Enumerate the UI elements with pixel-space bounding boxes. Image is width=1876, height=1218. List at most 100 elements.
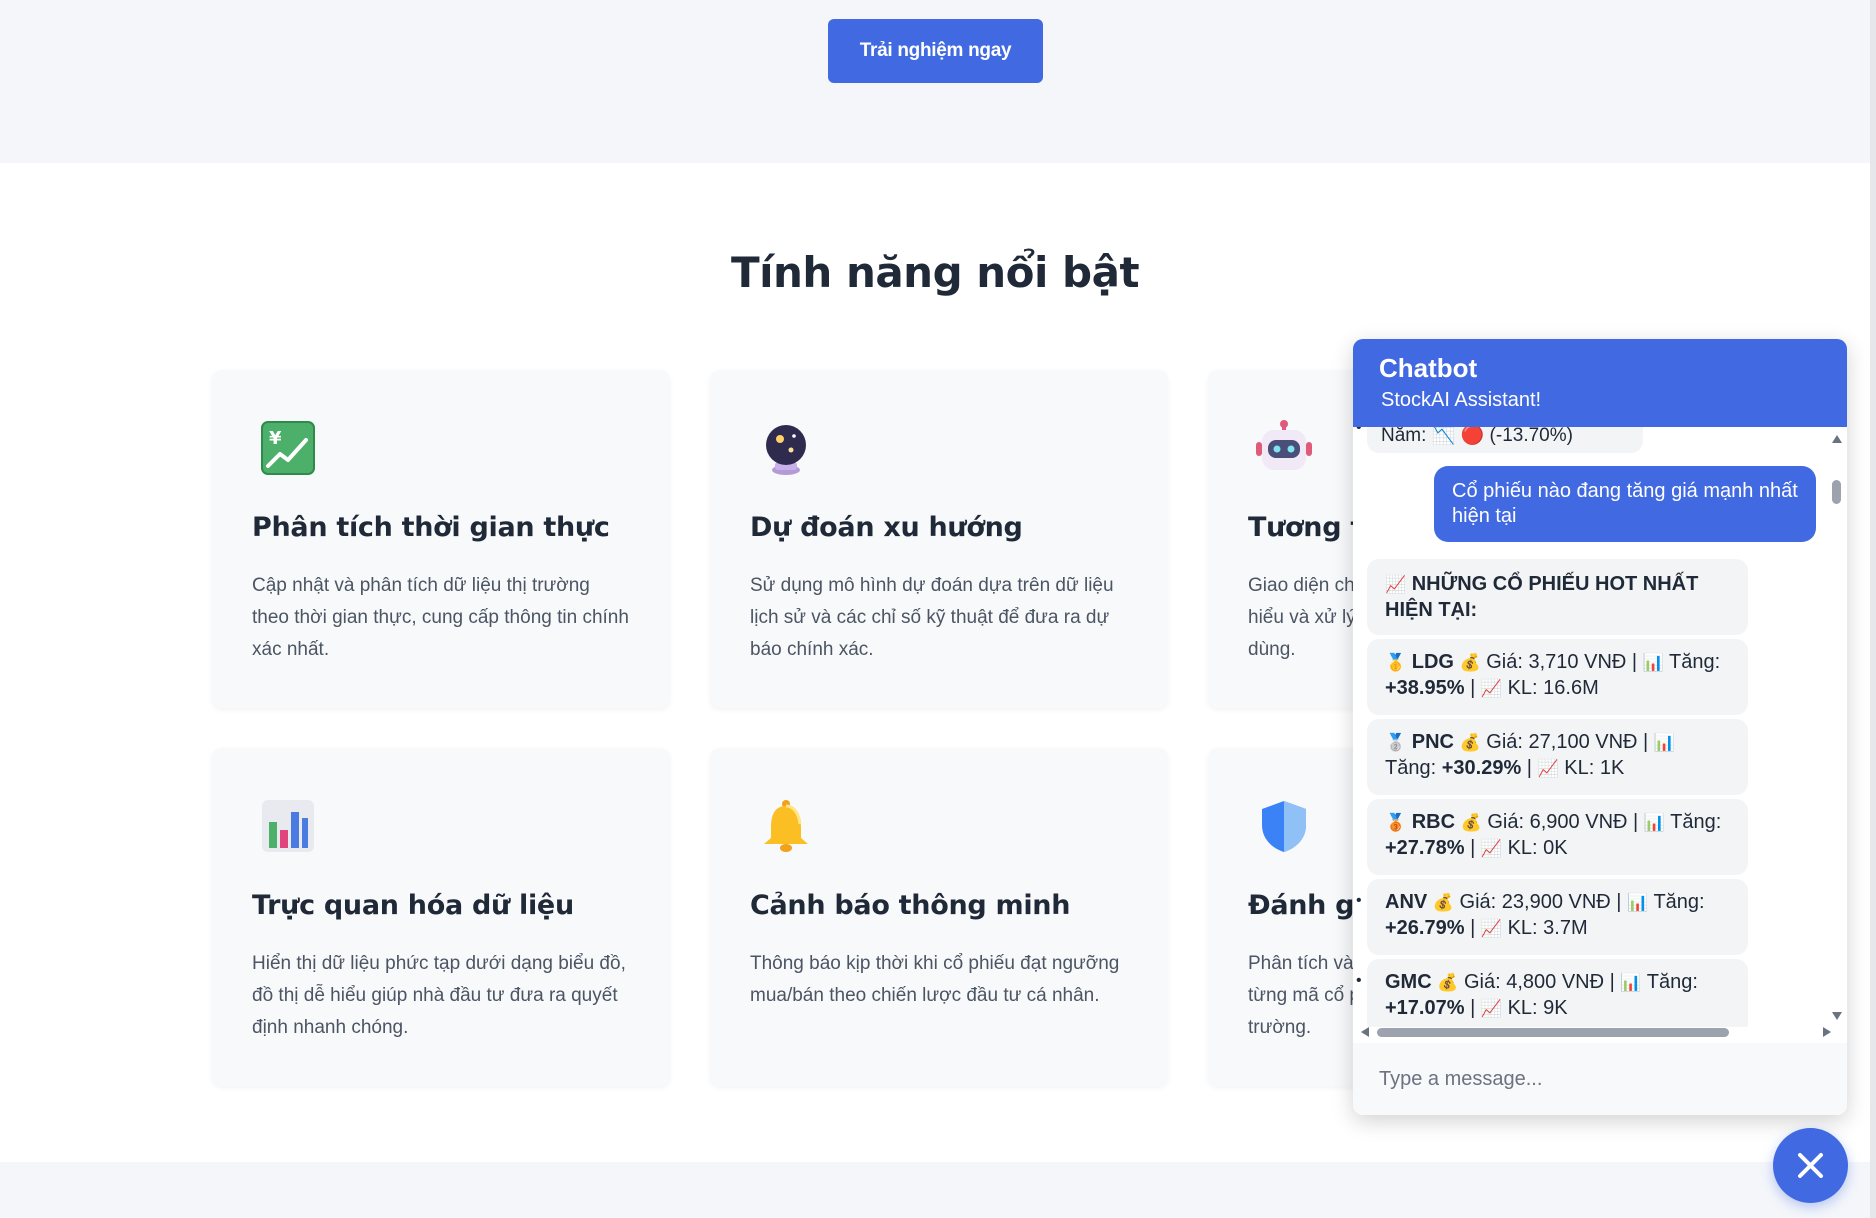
chart-increasing-icon: 📈 — [1480, 839, 1502, 859]
crystal-ball-icon — [766, 425, 806, 475]
chat-horizontal-scrollbar[interactable] — [1361, 1025, 1831, 1039]
page-scrollbar[interactable] — [1870, 0, 1876, 1218]
stock-rise: +27.78% — [1385, 837, 1465, 859]
stock-code: RBC — [1411, 811, 1456, 833]
feature-card-desc: Phân tích và từng mã cổ p trường. — [1248, 953, 1360, 1038]
stock-rise: +30.29% — [1441, 757, 1522, 779]
feature-card-desc: Hiển thị dữ liệu phức tạp dưới dạng biểu… — [252, 953, 626, 1038]
money-bag-icon: 💰 — [1432, 893, 1454, 913]
bar-chart-icon: 📊 — [1643, 813, 1665, 833]
stock-volume: 16.6M — [1543, 677, 1599, 699]
features-title: Tính năng nổi bật — [730, 248, 1140, 297]
feature-card-forecast: Dự đoán xu hướng Sử dụng mô hình dự đoán… — [710, 370, 1168, 708]
chatbot-subtitle: StockAI Assistant! — [1381, 389, 1542, 411]
scroll-thumb[interactable] — [1832, 480, 1841, 504]
bullet-dot: • — [1356, 427, 1362, 436]
chart-increasing-icon: 📈 — [1537, 759, 1559, 779]
user-message-text: Cổ phiếu nào đang tăng giá mạnh nhất hiệ… — [1452, 480, 1798, 527]
stock-item: 🥇 LDG 💰 Giá: 3,710 VNĐ | 📊 Tăng: +38.95%… — [1367, 639, 1748, 715]
stock-item: ANV 💰 Giá: 23,900 VNĐ | 📊 Tăng: +26.79% … — [1367, 879, 1748, 955]
bar-chart-icon: 📊 — [1620, 973, 1642, 993]
price-label: Giá: — [1459, 891, 1497, 913]
rise-label: Tăng: — [1669, 651, 1721, 673]
money-bag-icon: 💰 — [1437, 973, 1459, 993]
feature-card-alerts: Cảnh báo thông minh Thông báo kịp thời k… — [710, 748, 1168, 1086]
scroll-left-icon[interactable] — [1361, 1027, 1369, 1037]
chat-messages[interactable]: • Năm: 📉 🔴 (-13.70%) Cổ phiếu nào đang t… — [1353, 427, 1847, 1027]
scroll-up-icon[interactable] — [1832, 435, 1842, 443]
close-chat-button[interactable] — [1773, 1128, 1848, 1203]
stock-price: 6,900 VNĐ — [1529, 811, 1628, 833]
rise-label: Tăng: — [1670, 811, 1722, 833]
hero-section: Trải nghiệm ngay — [0, 0, 1870, 163]
stock-code: LDG — [1411, 651, 1454, 673]
svg-text:¥: ¥ — [269, 428, 282, 449]
stock-volume: 9K — [1543, 997, 1568, 1019]
chart-increasing-icon: 📈 — [1480, 679, 1502, 699]
price-label: Giá: — [1486, 651, 1523, 673]
stock-volume: 1K — [1599, 757, 1625, 779]
bar-chart-icon — [262, 800, 314, 852]
chart-increasing-icon: 📈 — [1385, 575, 1407, 595]
price-label: Giá: — [1463, 971, 1501, 993]
feature-card-title: Phân tích thời gian thực — [252, 512, 610, 543]
footer-strip — [0, 1162, 1870, 1218]
shield-icon — [1262, 801, 1306, 852]
chatbot-header: Chatbot StockAI Assistant! — [1353, 339, 1847, 427]
feature-card-desc: Sử dụng mô hình dự đoán dựa trên dữ liệu… — [750, 575, 1114, 660]
stock-code: PNC — [1411, 731, 1454, 753]
stock-code: GMC — [1385, 971, 1432, 993]
bar-chart-icon: 📊 — [1627, 893, 1649, 913]
money-bag-icon: 💰 — [1459, 653, 1481, 673]
bell-icon — [764, 800, 808, 852]
scroll-right-icon[interactable] — [1823, 1027, 1831, 1037]
gold-medal-icon: 🥇 — [1385, 653, 1407, 673]
money-bag-icon: 💰 — [1460, 813, 1482, 833]
stock-item: 🥉 RBC 💰 Giá: 6,900 VNĐ | 📊 Tăng: +27.78%… — [1367, 799, 1748, 875]
bot-message-clipped: Năm: 📉 🔴 (-13.70%) — [1367, 427, 1643, 453]
user-message: Cổ phiếu nào đang tăng giá mạnh nhất hiệ… — [1434, 466, 1816, 542]
price-label: Giá: — [1486, 731, 1523, 753]
feature-card-visualization: Trực quan hóa dữ liệu Hiển thị dữ liệu p… — [212, 748, 670, 1086]
stock-volume: 0K — [1543, 837, 1568, 859]
bar-chart-icon: 📊 — [1653, 733, 1675, 753]
stock-item: GMC 💰 Giá: 4,800 VNĐ | 📊 Tăng: +17.07% |… — [1367, 959, 1748, 1027]
chart-increasing-icon: 📈 — [1480, 919, 1502, 939]
silver-medal-icon: 🥈 — [1385, 733, 1407, 753]
stock-volume: 3.7M — [1543, 917, 1588, 939]
volume-label: KL: — [1564, 757, 1595, 779]
rise-label: Tăng: — [1646, 971, 1698, 993]
scroll-down-icon[interactable] — [1832, 1012, 1842, 1020]
bot-message-text: Năm: 📉 🔴 (-13.70%) — [1381, 427, 1573, 446]
bronze-medal-icon: 🥉 — [1385, 813, 1407, 833]
chat-message-input[interactable] — [1353, 1043, 1847, 1115]
money-bag-icon: 💰 — [1459, 733, 1481, 753]
chart-increasing-icon: ¥ — [261, 421, 315, 475]
feature-card-desc: Giao diện ch hiểu và xử lý dùng. — [1248, 575, 1356, 660]
chatbot-panel: Chatbot StockAI Assistant! • Năm: 📉 🔴 (-… — [1353, 339, 1847, 1115]
stock-rise: +26.79% — [1385, 917, 1465, 939]
feature-card-title: Cảnh báo thông minh — [750, 890, 1071, 921]
volume-label: KL: — [1507, 837, 1538, 859]
stock-item: 🥈 PNC 💰 Giá: 27,100 VNĐ | 📊 Tăng: +30.29… — [1367, 719, 1748, 795]
bot-message-header: 📈 NHỮNG CỔ PHIẾU HOT NHẤT HIỆN TẠI: — [1367, 559, 1748, 635]
scroll-thumb[interactable] — [1377, 1028, 1729, 1037]
stock-price: 23,900 VNĐ — [1501, 891, 1611, 913]
close-icon — [1798, 1153, 1823, 1178]
feature-card-title: Đánh gi — [1248, 890, 1364, 921]
feature-card-desc: Thông báo kịp thời khi cổ phiếu đạt ngưỡ… — [750, 953, 1120, 1006]
stock-price: 3,710 VNĐ — [1528, 651, 1627, 673]
bullet-dot: • — [1356, 892, 1362, 909]
stock-code: ANV — [1385, 891, 1428, 913]
volume-label: KL: — [1507, 917, 1538, 939]
bullet-dot: • — [1356, 972, 1362, 989]
volume-label: KL: — [1507, 677, 1538, 699]
stock-rise: +38.95% — [1385, 677, 1465, 699]
chat-vertical-scrollbar[interactable] — [1831, 435, 1843, 1020]
try-now-button[interactable]: Trải nghiệm ngay — [828, 19, 1043, 83]
stock-rise: +17.07% — [1385, 997, 1465, 1019]
chatbot-title: Chatbot — [1379, 353, 1478, 383]
feature-card-desc: Cập nhật và phân tích dữ liệu thị trường… — [252, 575, 629, 660]
hot-stocks-header: NHỮNG CỔ PHIẾU HOT NHẤT HIỆN TẠI: — [1385, 573, 1699, 621]
bar-chart-icon: 📊 — [1642, 653, 1664, 673]
